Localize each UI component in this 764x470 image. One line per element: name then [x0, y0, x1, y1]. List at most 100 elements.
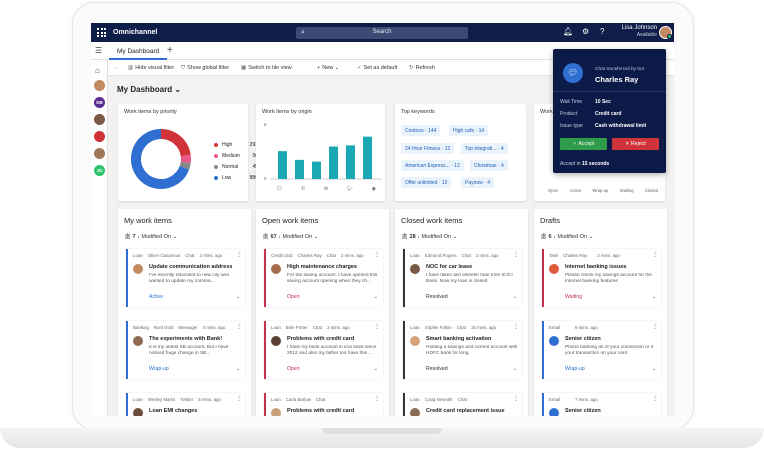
keyword-chip[interactable]: American Express... · 12 [401, 160, 464, 171]
chevron-down-icon[interactable]: ⌄ [587, 234, 594, 240]
keyword-chip[interactable]: 24 Hour Fitness · 12 [401, 143, 455, 154]
work-item-card[interactable]: Email 7 mins. ago ⋮ Senior citizen [542, 393, 661, 416]
tile-icon: ▦ [241, 65, 247, 71]
home-icon[interactable]: ⌂ [95, 66, 100, 75]
more-options-icon[interactable]: ⋮ [513, 395, 519, 402]
more-options-icon[interactable]: ⋮ [652, 323, 658, 330]
meta-channel: Twitter [180, 397, 194, 402]
user-info[interactable]: Lisa Johnson Available [617, 25, 657, 39]
partial-axis-label: Waiting [619, 188, 634, 193]
keyword-chip[interactable]: Christmas · 4 [470, 160, 508, 171]
work-item-card[interactable]: Loan Wesley Marks Twitter 5 mins. ago ⋮ Loan … [126, 393, 245, 416]
work-item-meta: Email 6 mins. ago [549, 325, 603, 330]
more-options-icon[interactable]: ⋮ [236, 323, 242, 330]
meta-time: 5 mins. ago [198, 397, 221, 402]
chevron-down-icon[interactable]: ⌄ [312, 234, 319, 240]
expand-chevron-icon[interactable]: ⌄ [236, 366, 240, 372]
switch-tile-view-button[interactable]: ▦ Switch to tile view [241, 65, 292, 71]
donut-slice-high[interactable] [160, 129, 191, 157]
tab-my-dashboard[interactable]: My Dashboard [109, 42, 168, 60]
work-item-card[interactable]: Loan Brile Porter Chat 3 mins. ago ⋮ Problems… [264, 321, 383, 379]
more-options-icon[interactable]: ⋮ [652, 395, 658, 402]
left-nav-avatar[interactable]: DB [94, 97, 105, 108]
meta-time: 2 mins. ago [597, 253, 620, 258]
show-global-filter-button[interactable]: ⛉ Show global filter [181, 65, 229, 72]
origin-bar[interactable] [363, 136, 372, 179]
expand-chevron-icon[interactable]: ⌄ [374, 366, 378, 372]
work-item-card[interactable]: Loan Sophie Fallon Chat 15 mins. ago ⋮ Smart … [403, 321, 522, 379]
origin-bar-chart[interactable] [270, 121, 382, 181]
sort-field[interactable]: Modified On [141, 234, 171, 240]
left-nav-avatar[interactable] [94, 131, 105, 142]
work-item-card[interactable]: Loan Carla Barlow Chat ⋮ Problems with credi… [264, 393, 383, 416]
user-avatar[interactable] [659, 26, 672, 39]
twitter-icon: 🐦︎ [346, 186, 353, 192]
work-item-card[interactable]: Loan Edmond Rogers Chat 2 mins. ago ⋮ NOC for… [403, 249, 522, 307]
more-options-icon[interactable]: ⋮ [513, 251, 519, 258]
keyword-chip[interactable]: Contoso · 144 [401, 125, 441, 136]
expand-chevron-icon[interactable]: ⌄ [652, 294, 656, 300]
meta-person: Carla Barlow [285, 397, 311, 402]
sort-field[interactable]: Modified On [282, 234, 312, 240]
more-options-icon[interactable]: ⋮ [236, 395, 242, 402]
set-default-button[interactable]: ✓ Set as default [357, 65, 397, 71]
bell-icon[interactable]: 🔔︎ [563, 27, 573, 36]
origin-bar[interactable] [295, 159, 304, 179]
priority-donut-chart[interactable] [126, 124, 196, 194]
waffle-icon[interactable] [97, 28, 106, 37]
hide-visual-filter-button[interactable]: ▥ Hide visual filter [128, 65, 174, 71]
expand-chevron-icon[interactable]: ⌄ [374, 294, 378, 300]
chevron-down-icon[interactable]: ⌄ [171, 234, 178, 240]
y-axis-max: 6 [264, 122, 267, 127]
work-item-card[interactable]: Banking Roni Gold Messager 4 mins. ago ⋮ The … [126, 321, 245, 379]
expand-chevron-icon[interactable]: ⌄ [652, 366, 656, 372]
keyword-chip[interactable]: Offer unlimited · 12 [401, 177, 452, 188]
sort-field[interactable]: Modified On [421, 234, 451, 240]
expand-chevron-icon[interactable]: ⌄ [513, 294, 517, 300]
accept-button[interactable]: ✓ Accept [560, 138, 607, 150]
more-options-icon[interactable]: ⋮ [374, 251, 380, 258]
chart-icon: ▥ [128, 65, 134, 71]
left-nav-avatar[interactable] [94, 114, 105, 125]
origin-bar[interactable] [346, 145, 355, 179]
expand-chevron-icon[interactable]: ⌄ [513, 366, 517, 372]
hamburger-icon[interactable]: ☰ [95, 46, 102, 55]
work-item-card[interactable]: Task Charles Ray 2 mins. ago ⋮ Internet bank… [542, 249, 661, 307]
work-item-card[interactable]: Loan Craig Nesmith Chat ⋮ Credit card replac… [403, 393, 522, 416]
chevron-down-icon[interactable]: ⌄ [451, 234, 458, 240]
more-options-icon[interactable]: ⋮ [374, 395, 380, 402]
more-options-icon[interactable]: ⋮ [513, 323, 519, 330]
gear-icon[interactable]: ⚙ [582, 27, 589, 36]
more-options-icon[interactable]: ⋮ [652, 251, 658, 258]
origin-bar[interactable] [312, 161, 321, 179]
left-nav-avatar[interactable]: JG [94, 165, 105, 176]
work-item-card[interactable]: Email 6 mins. ago ⋮ Senior citizen Phone ban… [542, 321, 661, 379]
work-item-card[interactable]: Credit card Charles Ray Chat 2 mins. ago ⋮ Hi… [264, 249, 383, 307]
work-item-card[interactable]: Loan Oliver Casanova Chat 2 mins. ago ⋮ Updat… [126, 249, 245, 307]
search-input[interactable]: ⌕ Search [296, 27, 468, 39]
dashboard-title[interactable]: My Dashboard ⌄ [117, 85, 181, 94]
queue-title: My work items [124, 216, 172, 225]
keyword-chip[interactable]: High cafe · 14 [449, 125, 489, 136]
more-options-icon[interactable]: ⋮ [236, 251, 242, 258]
keyword-chip[interactable]: Paynow · 4 [461, 177, 495, 188]
clipboard-icon: 📋︎ [401, 234, 410, 240]
more-options-icon[interactable]: ⋮ [374, 323, 380, 330]
back-icon[interactable]: ← [114, 65, 120, 71]
new-button[interactable]: + New ⌄ [317, 65, 339, 71]
priority-card-title: Work items by priority [124, 109, 177, 115]
plus-icon: + [317, 65, 321, 71]
left-nav-avatar[interactable] [94, 80, 105, 91]
reject-button[interactable]: ✕ Reject [612, 138, 659, 150]
help-icon[interactable]: ? [600, 27, 604, 36]
origin-bar[interactable] [278, 151, 287, 179]
add-tab-icon[interactable]: + [167, 45, 173, 56]
refresh-button[interactable]: ↻ Refresh [409, 65, 435, 71]
sort-field[interactable]: Modified On [557, 234, 587, 240]
expand-chevron-icon[interactable]: ⌄ [236, 294, 240, 300]
left-nav-avatar[interactable] [94, 148, 105, 159]
donut-slice-normal[interactable] [179, 161, 191, 170]
customer-avatar [549, 408, 559, 416]
keyword-chip[interactable]: Top integrati... · 4 [461, 143, 508, 154]
origin-bar[interactable] [329, 146, 338, 179]
